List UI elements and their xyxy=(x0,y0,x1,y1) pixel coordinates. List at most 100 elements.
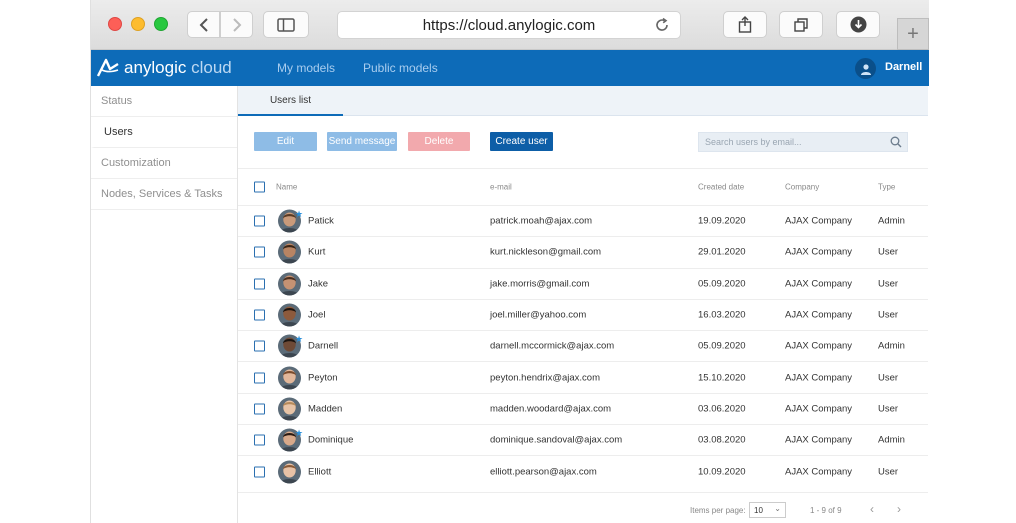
sidebar-icon xyxy=(277,17,295,32)
search-icon[interactable] xyxy=(890,136,902,148)
nav-public-models[interactable]: Public models xyxy=(363,61,438,75)
user-name[interactable]: Elliott xyxy=(308,466,331,477)
user-name[interactable]: Peyton xyxy=(308,372,338,383)
table-row[interactable]: Jake jake.morris@gmail.com 05.09.2020 AJAX … xyxy=(238,267,928,299)
company: AJAX Company xyxy=(785,403,853,415)
created-date: 03.08.2020 xyxy=(698,434,746,446)
user-email: jake.morris@gmail.com xyxy=(490,278,590,290)
company: AJAX Company xyxy=(785,340,853,352)
user-name[interactable]: Jake xyxy=(308,278,328,289)
column-header-company[interactable]: Company xyxy=(785,183,819,192)
row-checkbox[interactable] xyxy=(254,278,265,290)
search-input[interactable]: Search users by email... xyxy=(698,132,908,152)
forward-button[interactable] xyxy=(220,11,253,38)
user-name[interactable]: Darnell xyxy=(885,61,922,73)
logo-product: cloud xyxy=(191,58,232,77)
sidebar-item-nodes-services-tasks[interactable]: Nodes, Services & Tasks xyxy=(91,179,237,210)
column-header-type[interactable]: Type xyxy=(878,183,895,192)
user-email: madden.woodard@ajax.com xyxy=(490,403,612,415)
anylogic-cloud-logo[interactable]: anylogic cloud xyxy=(96,58,232,78)
close-window-button[interactable] xyxy=(108,17,122,31)
share-icon xyxy=(738,16,752,33)
sidebar-item-customization[interactable]: Customization xyxy=(91,148,237,179)
user-name[interactable]: Joel xyxy=(308,310,325,321)
sidebar-item-status[interactable]: Status xyxy=(91,86,237,117)
row-checkbox[interactable] xyxy=(254,309,265,321)
reload-icon[interactable] xyxy=(654,17,670,33)
avatar-photo xyxy=(278,303,301,327)
user-type: User xyxy=(878,372,899,384)
created-date: 05.09.2020 xyxy=(698,340,746,352)
admin-star-icon: ★ xyxy=(295,334,304,345)
table-row[interactable]: ★ Patick patrick.moah@ajax.com 19.09.2020 AJ… xyxy=(238,205,928,236)
company: AJAX Company xyxy=(785,466,853,478)
next-page-button[interactable]: › xyxy=(897,502,901,516)
app-header: anylogic cloud My models Public models D… xyxy=(91,50,929,86)
table-row[interactable]: ★ Dominique dominique.sandoval@ajax.com 03.… xyxy=(238,424,928,455)
table-row[interactable]: Kurt kurt.nickleson@gmail.com 29.01.2020 AJ… xyxy=(238,236,928,267)
row-checkbox[interactable] xyxy=(254,466,265,478)
admin-star-icon: ★ xyxy=(295,428,304,439)
user-name[interactable]: Madden xyxy=(308,403,342,414)
column-header-created-date[interactable]: Created date xyxy=(698,183,744,192)
created-date: 29.01.2020 xyxy=(698,246,746,258)
user-email: kurt.nickleson@gmail.com xyxy=(490,246,602,258)
zoom-window-button[interactable] xyxy=(154,17,168,31)
column-header-email[interactable]: e-mail xyxy=(490,183,512,192)
row-checkbox[interactable] xyxy=(254,215,265,227)
row-checkbox[interactable] xyxy=(254,372,265,384)
user-avatar xyxy=(278,240,301,264)
sidebar-toggle-button[interactable] xyxy=(263,11,309,38)
user-type: Admin xyxy=(878,340,905,352)
tab-users-list[interactable]: Users list xyxy=(238,86,343,116)
share-button[interactable] xyxy=(723,11,767,38)
back-button[interactable] xyxy=(187,11,220,38)
table-row[interactable]: Madden madden.woodard@ajax.com 03.06.2020 A… xyxy=(238,392,928,424)
tabs-overview-button[interactable] xyxy=(779,11,823,38)
sidebar-item-users[interactable]: Users xyxy=(91,117,237,148)
nav-my-models[interactable]: My models xyxy=(277,61,335,75)
previous-page-button[interactable]: ‹ xyxy=(870,502,874,516)
column-header-name[interactable]: Name xyxy=(276,183,297,192)
created-date: 15.10.2020 xyxy=(698,372,746,384)
user-avatar xyxy=(278,303,301,327)
row-checkbox[interactable] xyxy=(254,340,265,352)
users-toolbar: Edit Send message Delete Create user Sea… xyxy=(238,132,928,152)
logo-text: anylogic cloud xyxy=(124,58,232,78)
table-row[interactable]: Peyton peyton.hendrix@ajax.com 15.10.2020 A… xyxy=(238,361,928,392)
items-per-page-select[interactable]: 10 ⌄ xyxy=(749,502,786,518)
user-name[interactable]: Kurt xyxy=(308,247,325,258)
avatar-photo xyxy=(278,272,301,296)
user-avatar xyxy=(278,460,301,484)
table-row[interactable]: Joel joel.miller@yahoo.com 16.03.2020 AJAX … xyxy=(238,298,928,330)
user-name[interactable]: Dominique xyxy=(308,435,353,446)
select-all-checkbox[interactable] xyxy=(254,181,265,193)
user-avatar xyxy=(278,366,301,390)
row-checkbox[interactable] xyxy=(254,434,265,446)
chevron-left-icon xyxy=(199,17,208,32)
created-date: 03.06.2020 xyxy=(698,403,746,415)
row-checkbox[interactable] xyxy=(254,246,265,258)
edit-button[interactable]: Edit xyxy=(254,132,317,151)
table-row[interactable]: ★ Darnell darnell.mccormick@ajax.com 05.09.… xyxy=(238,330,928,361)
table-row[interactable]: Elliott elliott.pearson@ajax.com 10.09.202… xyxy=(238,455,928,486)
tab-bar: Users list xyxy=(238,86,928,116)
new-tab-button[interactable]: + xyxy=(897,18,929,50)
delete-button[interactable]: Delete xyxy=(408,132,470,151)
user-name[interactable]: Darnell xyxy=(308,341,338,352)
user-type: Admin xyxy=(878,215,905,227)
user-name[interactable]: Patick xyxy=(308,216,334,227)
company: AJAX Company xyxy=(785,278,853,290)
avatar-photo xyxy=(278,397,301,421)
create-user-button[interactable]: Create user xyxy=(490,132,553,151)
user-email: darnell.mccormick@ajax.com xyxy=(490,340,615,352)
downloads-button[interactable] xyxy=(836,11,880,38)
user-avatar[interactable] xyxy=(855,58,876,79)
settings-sidebar: Status Users Customization Nodes, Servic… xyxy=(91,86,238,523)
address-bar[interactable]: https://cloud.anylogic.com xyxy=(337,11,681,39)
company: AJAX Company xyxy=(785,309,853,321)
anylogic-logo-icon xyxy=(96,58,119,77)
row-checkbox[interactable] xyxy=(254,403,265,415)
send-message-button[interactable]: Send message xyxy=(327,132,397,151)
minimize-window-button[interactable] xyxy=(131,17,145,31)
